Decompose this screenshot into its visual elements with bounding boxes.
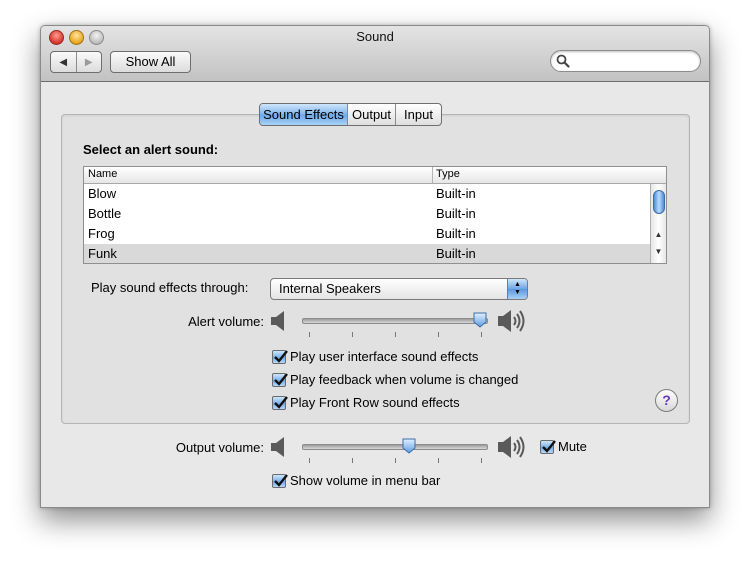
play-through-label: Play sound effects through: — [91, 280, 249, 295]
slider-tick — [352, 458, 353, 463]
row-name: Bottle — [88, 206, 122, 221]
table-row[interactable]: Blow Built-in — [84, 184, 650, 204]
checkbox[interactable] — [272, 473, 288, 488]
checkmark-icon — [274, 473, 288, 487]
tab-output[interactable]: Output — [347, 104, 395, 125]
alert-volume-track[interactable] — [302, 318, 488, 324]
checkmark-icon — [274, 372, 288, 386]
column-divider — [432, 167, 433, 183]
feedback-volume-checkbox[interactable]: Play feedback when volume is changed — [272, 372, 518, 387]
speaker-low-icon[interactable] — [270, 310, 286, 332]
checkmark-icon — [274, 349, 288, 363]
alert-sound-table[interactable]: Name Type Blow Built-in Bottle Built-in … — [83, 166, 667, 264]
checkmark-icon — [274, 395, 288, 409]
checkbox-label[interactable]: Mute — [558, 439, 587, 454]
slider-tick — [438, 332, 439, 337]
slider-tick — [309, 458, 310, 463]
checkbox-label[interactable]: Play Front Row sound effects — [290, 395, 460, 410]
row-type: Built-in — [436, 206, 476, 221]
checkmark-icon — [542, 439, 556, 453]
tab-bar: Sound Effects Output Input — [259, 103, 442, 126]
search-field[interactable] — [550, 50, 701, 72]
mute-checkbox[interactable]: Mute — [540, 439, 587, 454]
speaker-low-icon[interactable] — [270, 436, 286, 458]
menu-bar-volume-checkbox[interactable]: Show volume in menu bar — [272, 473, 440, 488]
output-volume-knob[interactable] — [402, 438, 416, 454]
output-volume-label: Output volume: — [175, 440, 264, 455]
column-header-type[interactable]: Type — [436, 168, 460, 180]
table-row[interactable]: Frog Built-in — [84, 224, 650, 244]
window-title: Sound — [356, 29, 394, 44]
toolbar: Sound ◀ ▶ Show All — [41, 26, 709, 82]
checkbox[interactable] — [272, 349, 288, 364]
back-button[interactable]: ◀ — [51, 52, 76, 72]
scroll-down-arrow-icon[interactable]: ▼ — [651, 247, 666, 256]
checkbox-label[interactable]: Play user interface sound effects — [290, 349, 478, 364]
checkbox[interactable] — [540, 439, 556, 454]
table-row[interactable]: Bottle Built-in — [84, 204, 650, 224]
output-volume-track[interactable] — [302, 444, 488, 450]
checkbox-label[interactable]: Play feedback when volume is changed — [290, 372, 518, 387]
vertical-scrollbar[interactable]: ▲ ▼ — [650, 184, 666, 263]
slider-tick — [395, 332, 396, 337]
row-type: Built-in — [436, 226, 476, 241]
row-name: Funk — [88, 246, 117, 261]
slider-tick — [481, 332, 482, 337]
search-icon — [556, 54, 570, 68]
checkbox[interactable] — [272, 395, 288, 410]
help-button[interactable]: ? — [655, 389, 678, 412]
alert-volume-label: Alert volume: — [188, 314, 264, 329]
alert-sound-heading: Select an alert sound: — [83, 142, 219, 157]
search-input[interactable] — [573, 52, 697, 71]
slider-tick — [352, 332, 353, 337]
alert-volume-knob[interactable] — [473, 312, 487, 328]
row-type: Built-in — [436, 186, 476, 201]
output-device-popup[interactable]: Internal Speakers ▲ ▼ — [270, 278, 528, 300]
slider-tick — [481, 458, 482, 463]
row-name: Blow — [88, 186, 117, 201]
scrollbar-thumb[interactable] — [653, 190, 665, 214]
column-header-name[interactable]: Name — [88, 168, 117, 180]
row-type: Built-in — [436, 246, 476, 261]
speaker-high-icon[interactable] — [497, 434, 527, 460]
popup-value: Internal Speakers — [279, 281, 381, 296]
speaker-high-icon[interactable] — [497, 308, 527, 334]
table-row-selected[interactable]: Funk Built-in — [84, 244, 650, 263]
table-header: Name Type — [84, 167, 666, 184]
front-row-effects-checkbox[interactable]: Play Front Row sound effects — [272, 395, 460, 410]
nav-buttons: ◀ ▶ — [50, 51, 102, 73]
ui-sound-effects-checkbox[interactable]: Play user interface sound effects — [272, 349, 478, 364]
tab-sound-effects[interactable]: Sound Effects — [260, 104, 347, 125]
forward-button[interactable]: ▶ — [75, 52, 102, 72]
show-all-button[interactable]: Show All — [110, 51, 191, 73]
popup-arrows-icon: ▲ ▼ — [507, 279, 527, 299]
scroll-up-arrow-icon[interactable]: ▲ — [651, 230, 666, 239]
slider-tick — [438, 458, 439, 463]
row-name: Frog — [88, 226, 115, 241]
slider-tick — [395, 458, 396, 463]
sound-preferences-window: Sound ◀ ▶ Show All Sound Effects Output … — [40, 25, 710, 508]
checkbox-label[interactable]: Show volume in menu bar — [290, 473, 440, 488]
slider-tick — [309, 332, 310, 337]
checkbox[interactable] — [272, 372, 288, 387]
tab-input[interactable]: Input — [395, 104, 441, 125]
